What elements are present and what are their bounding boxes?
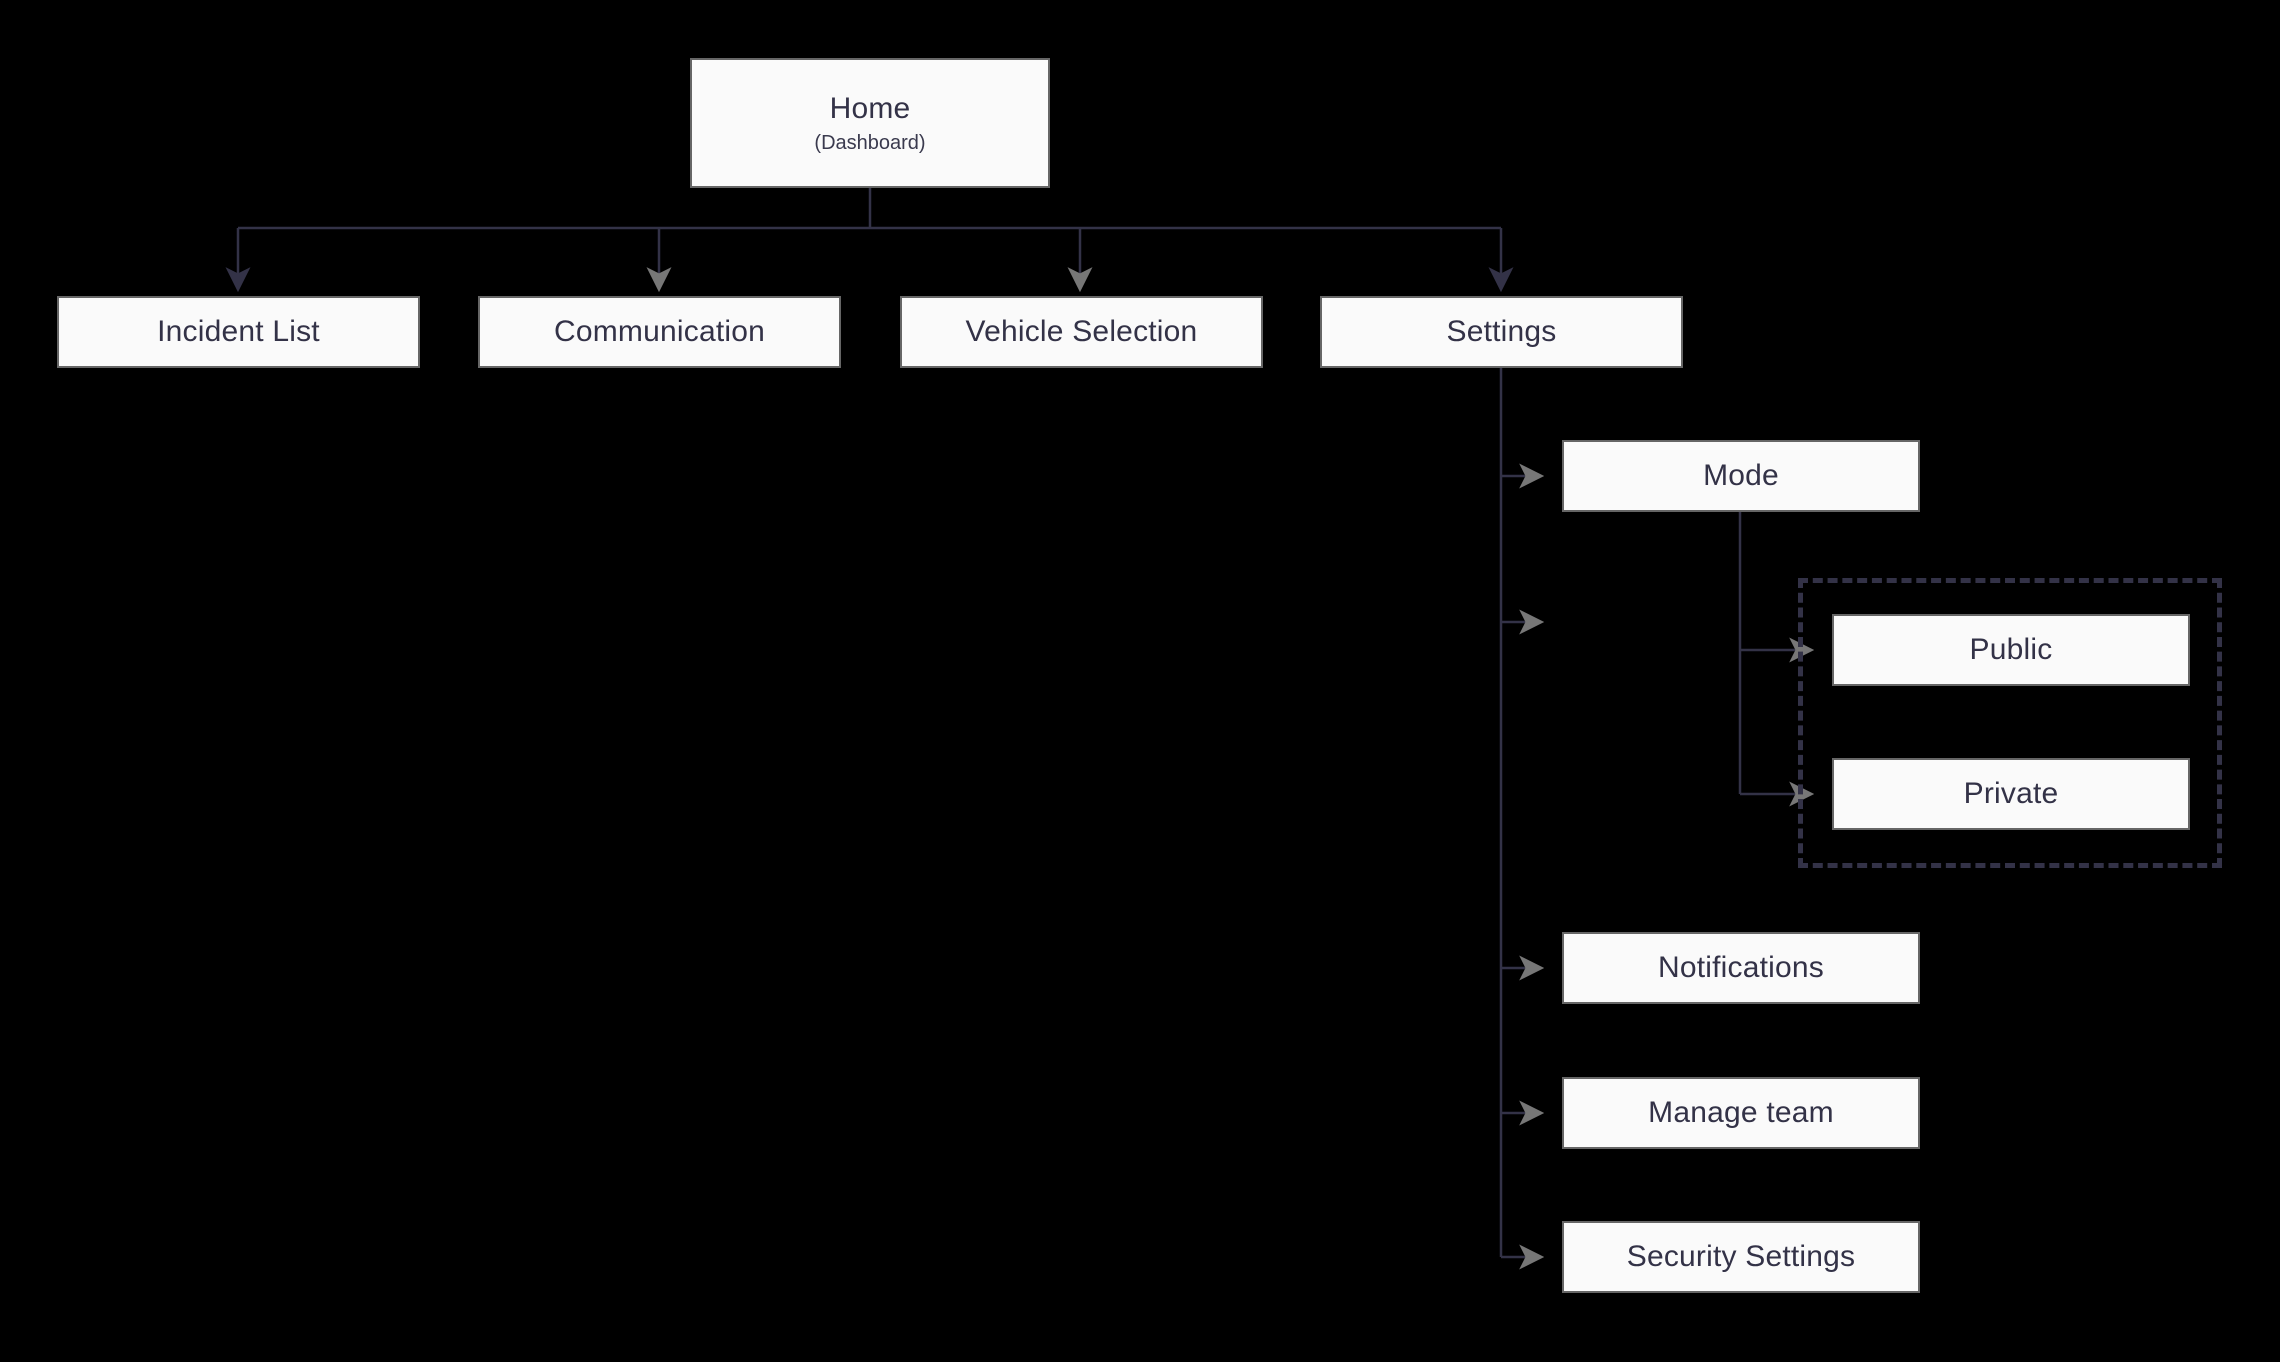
node-manage-team[interactable]: Manage team — [1562, 1077, 1920, 1149]
node-home-title: Home — [829, 91, 911, 125]
node-manage-team-title: Manage team — [1648, 1096, 1834, 1130]
node-public-title: Public — [1969, 633, 2053, 667]
node-settings[interactable]: Settings — [1320, 296, 1683, 368]
node-notifications-title: Notifications — [1657, 951, 1824, 985]
node-private-title: Private — [1963, 777, 2059, 811]
node-mode[interactable]: Mode — [1562, 440, 1920, 512]
node-vehicle-selection[interactable]: Vehicle Selection — [900, 296, 1263, 368]
node-mode-title: Mode — [1703, 459, 1779, 493]
node-settings-title: Settings — [1446, 315, 1557, 349]
edge-home-bus — [238, 188, 1501, 230]
node-notifications[interactable]: Notifications — [1562, 932, 1920, 1004]
node-private[interactable]: Private — [1832, 758, 2190, 830]
node-security-settings[interactable]: Security Settings — [1562, 1221, 1920, 1293]
node-home-subtitle: (Dashboard) — [814, 131, 926, 154]
diagram-canvas: Home (Dashboard) Incident List Communica… — [0, 0, 2280, 1362]
node-communication[interactable]: Communication — [478, 296, 841, 368]
node-security-settings-title: Security Settings — [1626, 1240, 1856, 1274]
node-incident-list[interactable]: Incident List — [57, 296, 420, 368]
node-home[interactable]: Home (Dashboard) — [690, 58, 1050, 188]
node-incident-list-title: Incident List — [157, 315, 320, 349]
node-vehicle-selection-title: Vehicle Selection — [965, 315, 1198, 349]
node-communication-title: Communication — [553, 315, 766, 349]
node-public[interactable]: Public — [1832, 614, 2190, 686]
